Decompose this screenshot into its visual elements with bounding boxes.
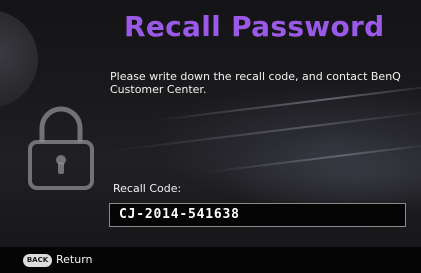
decorative-circle (0, 10, 38, 108)
decorative-light-streak (109, 109, 421, 152)
recall-code-label: Recall Code: (113, 182, 182, 195)
instruction-message: Please write down the recall code, and c… (110, 70, 401, 96)
decorative-light-streak (199, 142, 421, 174)
recall-code-value: CJ-2014-541638 (119, 207, 240, 222)
back-button-icon[interactable]: BACK (23, 254, 52, 267)
recall-password-screen: Recall Password Please write down the re… (0, 0, 421, 273)
page-title: Recall Password (124, 10, 385, 43)
return-label[interactable]: Return (56, 252, 93, 268)
footer-bar: BACK Return (0, 247, 421, 273)
padlock-icon (28, 106, 94, 190)
recall-code-field: CJ-2014-541638 (109, 203, 406, 227)
